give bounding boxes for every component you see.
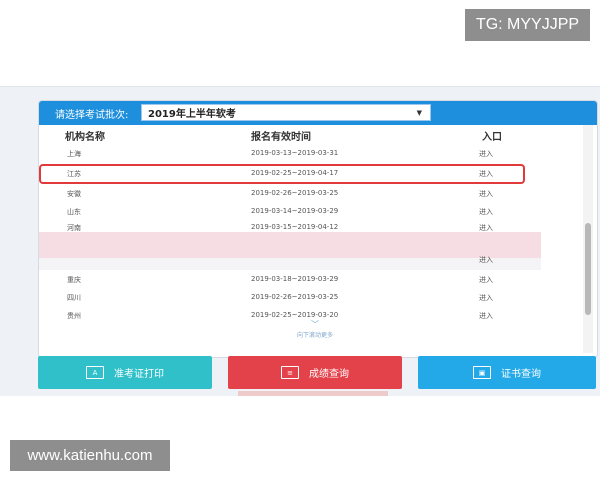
row-valid-time: 2019-02-26~2019-03-25 <box>251 293 339 301</box>
row-valid-time: 2019-03-13~2019-03-31 <box>251 149 339 157</box>
certificate-icon: ▣ <box>473 366 491 379</box>
score-query-label: 成绩查询 <box>309 369 349 380</box>
admission-ticket-print-button[interactable]: A 准考证打印 <box>38 356 212 389</box>
row-institution: 重庆 <box>67 276 81 284</box>
exam-portal-screenshot: 请选择考试批次: 2019年上半年软考 ▼ 机构名称 报名有效时间 入口 上海 … <box>0 86 600 396</box>
row-entry-link[interactable]: 进入 <box>479 255 493 265</box>
certificate-query-label: 证书查询 <box>501 369 541 380</box>
table-row: 重庆 2019-03-18~2019-03-29 进入 <box>39 271 579 289</box>
panel-header: 请选择考试批次: 2019年上半年软考 ▼ <box>39 101 597 125</box>
row-institution: 四川 <box>67 294 81 302</box>
row-valid-time: 2019-02-26~2019-03-25 <box>251 189 339 197</box>
batch-select[interactable]: 2019年上半年软考 ▼ <box>141 104 431 121</box>
document-icon: ≡ <box>281 366 299 379</box>
row-entry-link[interactable]: 进入 <box>479 275 493 285</box>
registration-panel: 请选择考试批次: 2019年上半年软考 ▼ 机构名称 报名有效时间 入口 上海 … <box>38 100 598 358</box>
chevron-down-icon: ﹀ <box>311 320 319 329</box>
cropped-footer-text <box>238 391 388 396</box>
header-entry: 入口 <box>482 132 502 143</box>
score-query-button[interactable]: ≡ 成绩查询 <box>228 356 402 389</box>
table-row: 贵州 2019-02-25~2019-03-20 进入 <box>39 307 579 325</box>
row-valid-time: 2019-03-14~2019-03-29 <box>251 207 339 215</box>
divider <box>0 86 600 87</box>
highlight-box-jiangsu <box>39 164 525 184</box>
row-institution: 山东 <box>67 208 81 216</box>
row-valid-time: 2019-02-25~2019-03-20 <box>251 311 339 319</box>
row-institution: 上海 <box>67 150 81 158</box>
batch-label: 请选择考试批次: <box>55 110 129 121</box>
website-watermark-badge: www.katienhu.com <box>10 440 170 471</box>
header-valid-time: 报名有效时间 <box>251 132 311 143</box>
table-row: 四川 2019-02-26~2019-03-25 进入 <box>39 289 579 307</box>
scroll-more-hint: 向下滚动更多 <box>297 332 334 339</box>
certificate-query-button[interactable]: ▣ 证书查询 <box>418 356 596 389</box>
header-institution: 机构名称 <box>65 132 105 143</box>
chevron-down-icon: ▼ <box>416 108 422 117</box>
batch-select-value: 2019年上半年软考 <box>148 109 236 120</box>
ticket-icon: A <box>86 366 104 379</box>
table-row: 进入 <box>39 251 579 269</box>
scrollbar-thumb[interactable] <box>585 223 591 315</box>
admission-ticket-print-label: 准考证打印 <box>114 369 164 380</box>
row-entry-link[interactable]: 进入 <box>479 207 493 217</box>
row-institution: 安徽 <box>67 190 81 198</box>
row-entry-link[interactable]: 进入 <box>479 189 493 199</box>
row-valid-time: 2019-03-18~2019-03-29 <box>251 275 339 283</box>
row-entry-link[interactable]: 进入 <box>479 293 493 303</box>
row-entry-link[interactable]: 进入 <box>479 149 493 159</box>
row-valid-time: 2019-03-15~2019-04-12 <box>251 223 339 231</box>
row-entry-link[interactable]: 进入 <box>479 311 493 321</box>
table-row: 上海 2019-03-13~2019-03-31 进入 <box>39 145 579 163</box>
row-institution: 贵州 <box>67 312 81 320</box>
tg-watermark-badge: TG: MYYJJPP <box>465 9 590 41</box>
table-row: 安徽 2019-02-26~2019-03-25 进入 <box>39 185 579 203</box>
